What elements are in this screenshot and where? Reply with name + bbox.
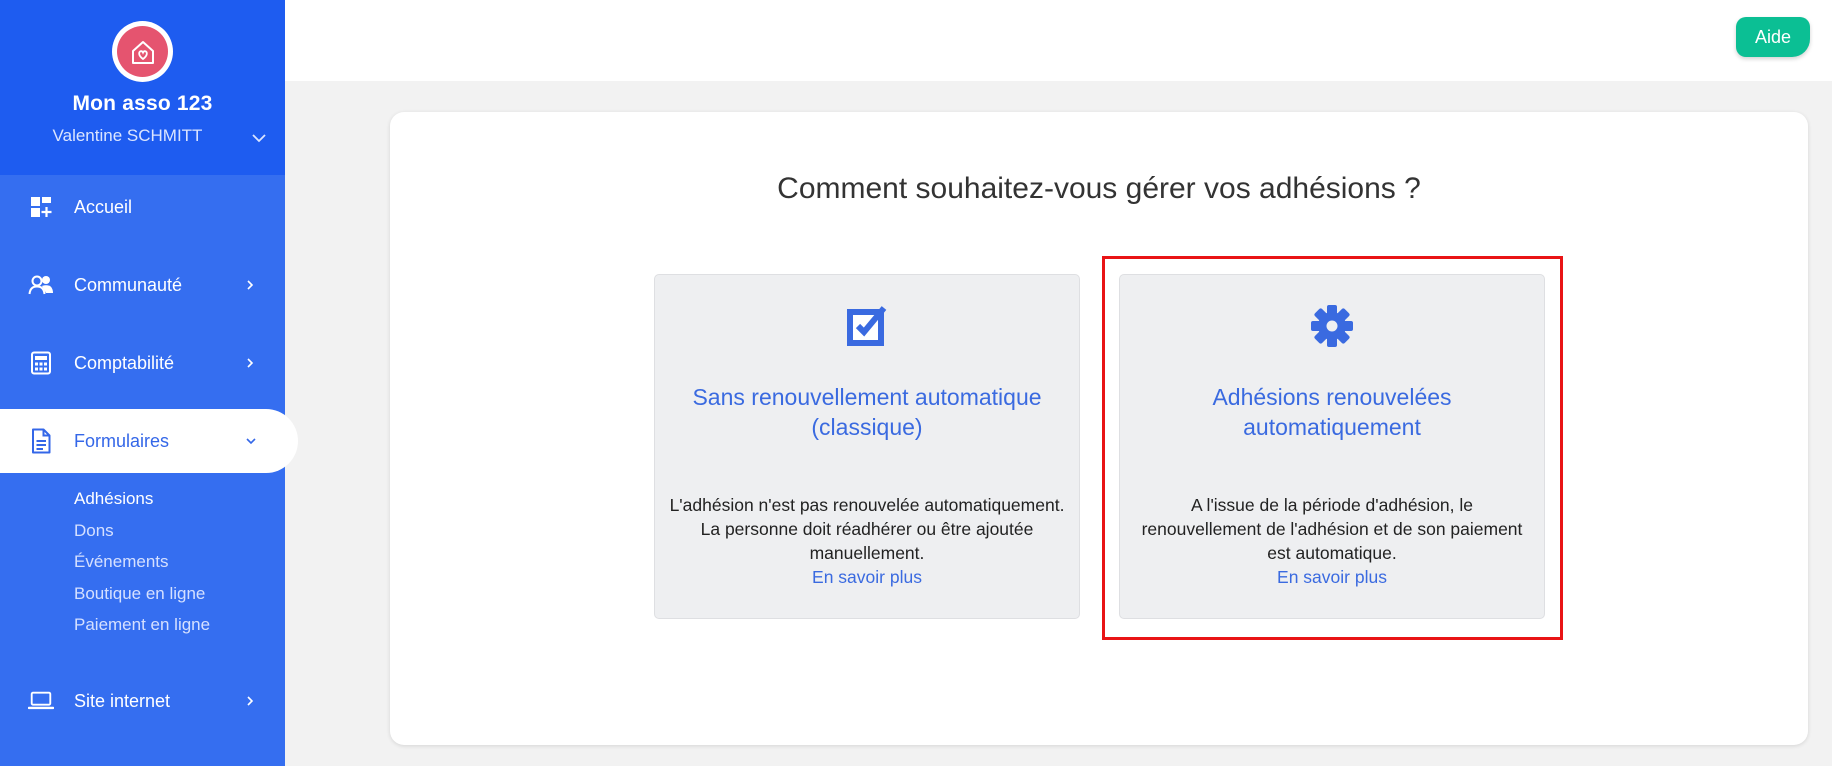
nav-label-home: Accueil (74, 196, 133, 217)
subnav-item-online-payment[interactable]: Paiement en ligne (74, 609, 210, 641)
laptop-icon (28, 688, 54, 714)
chevron-right-icon (247, 280, 254, 290)
edit-checkbox-icon (655, 303, 1079, 349)
learn-more-link[interactable]: En savoir plus (655, 567, 1079, 588)
org-name: Mon asso 123 (72, 92, 213, 115)
sidebar-header: Mon asso 123 Valentine SCHMITT (0, 0, 285, 175)
chevron-down-icon[interactable] (249, 128, 269, 148)
org-logo[interactable] (112, 21, 173, 82)
page-title: Comment souhaitez-vous gérer vos adhésio… (777, 172, 1421, 205)
subnav-item-memberships[interactable]: Adhésions (74, 483, 210, 515)
option-title: Adhésions renouvelées automatiquement (1212, 384, 1452, 440)
nav-label-accounting: Comptabilité (74, 352, 175, 373)
subnav-item-events[interactable]: Événements (74, 546, 210, 578)
sidebar: Mon asso 123 Valentine SCHMITT Accueil C… (0, 0, 298, 766)
option-automatic[interactable]: Adhésions renouvelées automatiquement A … (1119, 274, 1545, 619)
chevron-right-icon (247, 358, 254, 368)
nav-label-community: Communauté (74, 274, 183, 295)
users-icon (28, 272, 54, 298)
help-button[interactable]: Aide (1736, 17, 1810, 57)
nav-item-website[interactable]: Site internet (0, 669, 285, 733)
subnav-item-donations[interactable]: Dons (74, 515, 210, 547)
subnav-item-online-shop[interactable]: Boutique en ligne (74, 578, 210, 610)
chevron-down-icon (246, 438, 256, 445)
nav-label-website: Site internet (74, 690, 171, 711)
nav-item-home[interactable]: Accueil (0, 175, 285, 239)
option-classic[interactable]: Sans renouvellement automatique (classiq… (654, 274, 1080, 619)
calculator-icon (28, 350, 54, 376)
house-heart-icon (117, 26, 168, 77)
nav-item-community[interactable]: Communauté (0, 253, 285, 317)
dashboard-icon (28, 194, 54, 220)
option-description: L'adhésion n'est pas renouvelée automati… (669, 495, 1065, 563)
chevron-right-icon (247, 696, 254, 706)
membership-choice-card: Comment souhaitez-vous gérer vos adhésio… (390, 112, 1808, 745)
forms-subnav: Adhésions Dons Événements Boutique en li… (74, 483, 210, 641)
option-description: A l'issue de la période d'adhésion, le r… (1141, 495, 1523, 563)
option-title: Sans renouvellement automatique (classiq… (692, 384, 1042, 440)
nav-item-accounting[interactable]: Comptabilité (0, 331, 285, 395)
document-icon (28, 428, 54, 454)
learn-more-link[interactable]: En savoir plus (1120, 567, 1544, 588)
nav-label-forms: Formulaires (74, 430, 170, 451)
nav-item-forms[interactable]: Formulaires (0, 409, 298, 473)
top-bar: Aide (285, 0, 1832, 81)
user-name[interactable]: Valentine SCHMITT (0, 126, 255, 146)
gear-icon (1120, 303, 1544, 349)
